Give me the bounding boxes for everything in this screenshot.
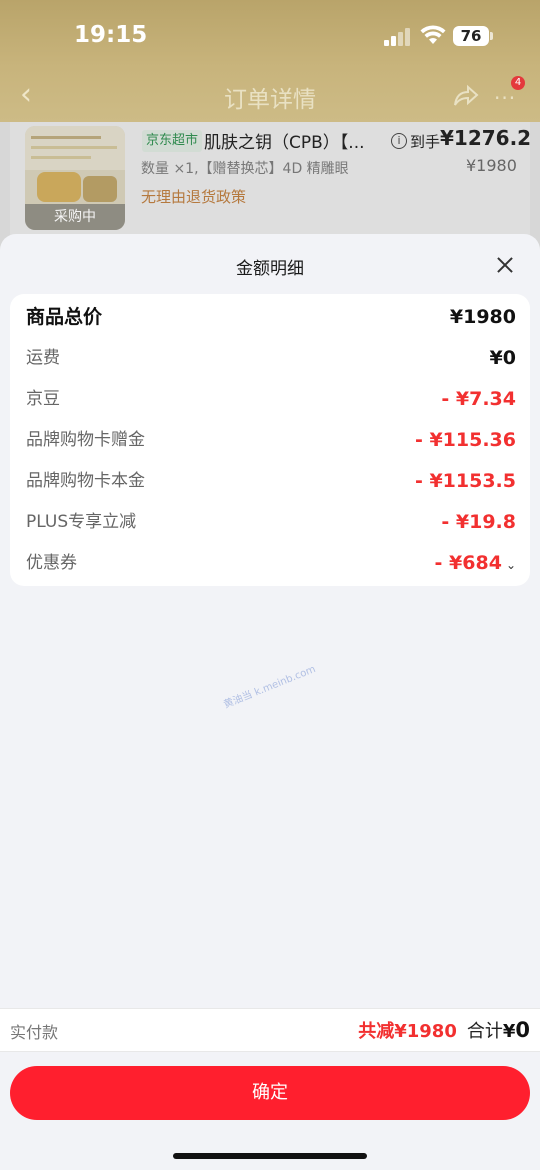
product-thumbnail: 采购中 — [25, 126, 125, 230]
row-value: ¥0 — [489, 347, 516, 369]
arrive-label: 到手 — [410, 133, 441, 151]
detail-row-gift-card-principal: 品牌购物卡本金 - ¥1153.5 — [26, 466, 516, 496]
message-badge: 4 — [511, 76, 525, 90]
detail-row-gift-card-bonus: 品牌购物卡赠金 - ¥115.36 — [26, 425, 516, 455]
product-name: 肌肤之钥（CPB）【... — [204, 133, 365, 153]
sheet-title: 金额明细 — [236, 259, 304, 279]
amount-detail-card: 商品总价 ¥1980 运费 ¥0 京豆 - ¥7.34 品牌购物卡赠金 - ¥1… — [10, 294, 530, 586]
row-value: - ¥115.36 — [414, 429, 516, 451]
detail-row-coupon[interactable]: 优惠券 - ¥684 ⌄ — [26, 548, 516, 578]
info-icon[interactable]: i — [391, 133, 407, 149]
store-tag: 京东超市 — [142, 130, 203, 152]
chevron-down-icon[interactable]: ⌄ — [506, 558, 516, 572]
total-group: 共减¥1980 合计¥0 — [358, 1017, 530, 1043]
purchasing-label: 采购中 — [25, 204, 125, 230]
wifi-icon — [420, 25, 446, 44]
cellular-signal-icon — [384, 28, 412, 46]
sum-label: 合计 — [466, 1021, 503, 1042]
row-label: 品牌购物卡赠金 — [26, 430, 145, 450]
arrive-price: ¥1276.2 — [440, 126, 532, 150]
row-value: - ¥7.34 — [441, 388, 516, 410]
actual-payment-label: 实付款 — [10, 1023, 59, 1042]
sum-amount: 0 — [515, 1018, 530, 1042]
confirm-button[interactable]: 确定 — [10, 1066, 530, 1120]
original-price: ¥1980 — [466, 156, 517, 175]
battery-icon: 76 — [453, 26, 489, 46]
row-value: - ¥684 — [434, 552, 502, 574]
row-value: - ¥19.8 — [441, 511, 516, 533]
sum-value: ¥0 — [502, 1018, 530, 1042]
product-card[interactable]: 采购中 京东超市 肌肤之钥（CPB）【... i 到手 ¥1276.2 ¥198… — [10, 122, 532, 242]
watermark: 黄油当 k.meinb.com — [222, 663, 318, 711]
row-label: PLUS专享立减 — [26, 512, 137, 532]
close-icon[interactable] — [494, 254, 516, 276]
row-label: 京豆 — [26, 389, 60, 409]
detail-row-total: 商品总价 ¥1980 — [26, 302, 516, 332]
battery-tip — [490, 32, 493, 40]
status-bar: 19:15 76 — [0, 0, 540, 70]
row-label: 商品总价 — [26, 306, 103, 328]
payment-summary-bar: 实付款 共减¥1980 合计¥0 — [0, 1008, 540, 1052]
status-time: 19:15 — [74, 22, 148, 48]
return-policy: 无理由退货政策 — [141, 188, 247, 206]
sum-currency: ¥ — [502, 1021, 516, 1042]
row-label: 品牌购物卡本金 — [26, 471, 145, 491]
home-indicator — [173, 1153, 367, 1159]
row-label: 运费 — [26, 348, 60, 368]
quantity-spec: 数量 ×1,【赠替换芯】4D 精雕眼 — [141, 161, 349, 177]
row-value: ¥1980 — [449, 306, 516, 328]
row-label: 优惠券 — [26, 553, 77, 573]
total-reduction: 共减¥1980 — [358, 1021, 457, 1042]
more-icon[interactable]: ··· — [494, 86, 516, 110]
detail-row-plus-discount: PLUS专享立减 - ¥19.8 — [26, 507, 516, 537]
row-value: - ¥1153.5 — [414, 470, 516, 492]
share-icon[interactable] — [452, 82, 480, 110]
detail-row-jingdou: 京豆 - ¥7.34 — [26, 384, 516, 414]
detail-row-shipping: 运费 ¥0 — [26, 343, 516, 373]
coupon-value[interactable]: - ¥684 ⌄ — [435, 548, 516, 580]
